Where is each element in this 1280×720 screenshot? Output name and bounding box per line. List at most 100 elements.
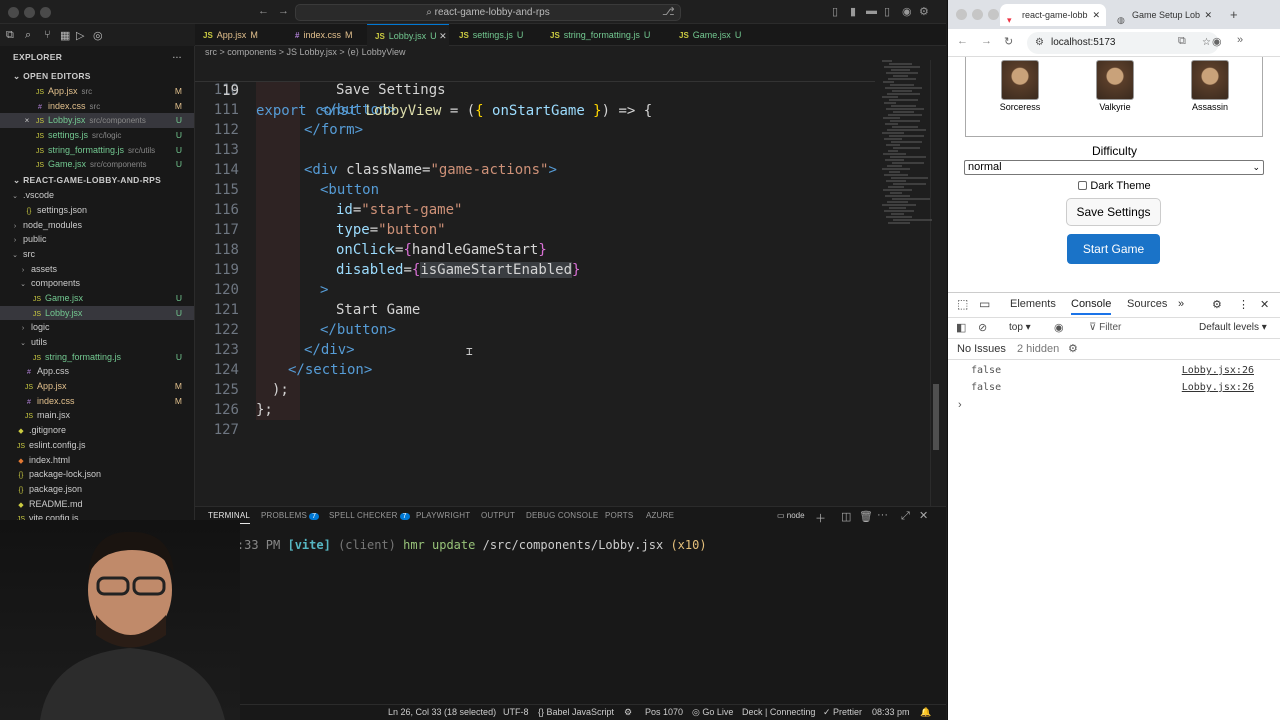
context-select[interactable]: top ▾ <box>1009 322 1031 333</box>
back-arrow-icon[interactable]: ← <box>258 5 269 17</box>
maximize-panel-icon[interactable]: ⤢ <box>901 510 910 523</box>
source-control-icon[interactable]: ⑂ <box>44 29 51 41</box>
tab-sources[interactable]: Sources <box>1127 298 1167 310</box>
maximize-window-button[interactable] <box>40 7 51 18</box>
split-terminal-icon[interactable]: ◫ <box>841 510 851 523</box>
terminal-shell-label[interactable]: ▭ node <box>777 511 805 520</box>
close-window-button[interactable] <box>956 9 967 20</box>
start-game-button[interactable]: Start Game <box>1067 234 1160 264</box>
panel-tab-output[interactable]: OUTPUT <box>481 511 515 520</box>
open-editor-item[interactable]: JS App.jsx src M <box>0 84 194 99</box>
file-item[interactable]: # index.css M <box>0 394 194 409</box>
devtools-settings-icon[interactable]: ⚙ <box>1212 298 1222 311</box>
more-icon[interactable]: » <box>1237 34 1243 46</box>
forward-icon[interactable]: → <box>981 35 992 47</box>
file-item[interactable]: JS Game.jsx U <box>0 291 194 306</box>
copilot-icon[interactable]: ⎇ <box>662 5 675 18</box>
minimap[interactable] <box>878 60 932 230</box>
tab-app-jsx[interactable]: JS App.jsx M <box>195 24 285 46</box>
tab-lobby-jsx[interactable]: JS Lobby.jsx U ✕ <box>367 24 449 46</box>
filter-input[interactable]: ⊽ Filter <box>1089 322 1121 333</box>
tab-console[interactable]: Console <box>1071 298 1112 315</box>
file-item[interactable]: JS eslint.config.js <box>0 438 194 453</box>
bookmark-star-icon[interactable]: ☆ <box>1202 32 1211 54</box>
scrollbar-thumb[interactable] <box>933 384 939 450</box>
more-icon[interactable]: ··· <box>877 509 888 521</box>
go-live-button[interactable]: ◎ Go Live <box>692 707 733 718</box>
close-icon[interactable]: × <box>22 114 32 129</box>
panel-tab-spell-checker[interactable]: SPELL CHECKER 7 <box>329 511 410 520</box>
difficulty-select[interactable]: normal ⌄ <box>964 160 1264 175</box>
file-item[interactable]: ◆ README.md <box>0 497 194 512</box>
panel-tab-problems[interactable]: PROBLEMS 7 <box>261 511 320 520</box>
devtools-menu-icon[interactable]: ⋮ <box>1238 298 1249 311</box>
explorer-icon[interactable]: ⧉ <box>6 29 14 42</box>
toggle-sidebar-icon[interactable]: ▮ <box>850 5 856 18</box>
trash-icon[interactable]: 🗑 <box>859 510 873 523</box>
close-panel-icon[interactable]: ✕ <box>919 509 928 522</box>
minimize-window-button[interactable] <box>24 7 35 18</box>
tab-elements[interactable]: Elements <box>1010 298 1056 310</box>
folder-item[interactable]: › public <box>0 232 194 247</box>
settings-gear-icon[interactable]: ⚙ <box>919 5 929 18</box>
toggle-panel-icon[interactable]: ▬ <box>866 5 877 17</box>
log-source-link[interactable]: Lobby.jsx:26 <box>1182 365 1254 376</box>
reload-icon[interactable]: ↻ <box>1004 35 1013 48</box>
checkbox[interactable] <box>1078 181 1088 190</box>
log-source-link[interactable]: Lobby.jsx:26 <box>1182 382 1254 393</box>
panel-tab-ports[interactable]: PORTS <box>605 511 633 520</box>
clear-console-icon[interactable]: ⊘ <box>978 321 987 334</box>
issues-settings-icon[interactable]: ⚙ <box>1068 342 1078 355</box>
console-prompt[interactable]: › <box>958 399 962 411</box>
close-tab-icon[interactable]: ✕ <box>437 31 447 41</box>
file-item[interactable]: ◆ index.html <box>0 453 194 468</box>
more-actions-icon[interactable]: ··· <box>173 46 182 68</box>
new-tab-icon[interactable]: + <box>1230 7 1238 22</box>
log-levels-select[interactable]: Default levels ▾ <box>1199 322 1267 333</box>
character-valkyrie[interactable]: Valkyrie <box>1080 60 1150 112</box>
minimize-window-button[interactable] <box>972 9 983 20</box>
prettier-status[interactable]: ✓ Prettier <box>823 707 862 718</box>
toggle-secondary-sidebar-icon[interactable]: ▯ <box>884 5 890 18</box>
deck-status[interactable]: Deck | Connecting <box>742 707 815 717</box>
folder-item[interactable]: › logic <box>0 320 194 335</box>
file-item[interactable]: # App.css <box>0 364 194 379</box>
file-item[interactable]: JS Lobby.jsx U <box>0 305 194 321</box>
close-tab-icon[interactable]: ✕ <box>1204 4 1212 26</box>
save-settings-button[interactable]: Save Settings <box>1066 198 1161 226</box>
sidebar-toggle-icon[interactable]: ◧ <box>956 321 966 334</box>
editor-scrollbar[interactable] <box>930 60 940 506</box>
code-editor[interactable]: 110Save Settings111</button></button>112… <box>195 60 946 506</box>
language-mode[interactable]: {} Babel JavaScript <box>538 707 614 717</box>
folder-item[interactable]: ⌄ components <box>0 276 194 291</box>
new-terminal-icon[interactable]: ＋ <box>815 510 826 526</box>
panel-tab-azure[interactable]: AZURE <box>646 511 674 520</box>
extensions-icon[interactable]: ⧉ <box>1178 35 1186 48</box>
tab-settings-js[interactable]: JS settings.js U <box>451 24 540 46</box>
folder-item[interactable]: ⌄ utils <box>0 335 194 350</box>
file-item[interactable]: {} package.json <box>0 482 194 497</box>
panel-tab-playwright[interactable]: PLAYWRIGHT <box>416 511 470 520</box>
character-assassin[interactable]: Assassin <box>1175 60 1245 112</box>
site-info-icon[interactable]: ⚙ <box>1035 32 1044 54</box>
file-item[interactable]: JS App.jsx M <box>0 379 194 394</box>
tailwind-icon[interactable]: ⚙ <box>624 707 632 718</box>
command-center-search[interactable]: ⌕ react-game-lobby-and-rps <box>295 4 681 21</box>
terminal-output[interactable]: 8:33:33 PM [vite] (client) hmr update /s… <box>208 538 707 568</box>
file-item[interactable]: {} settings.json <box>0 203 194 218</box>
more-tabs-icon[interactable]: » <box>1178 298 1184 310</box>
search-icon[interactable]: ⌕ <box>25 29 31 42</box>
file-item[interactable]: ◆ .gitignore <box>0 423 194 438</box>
panel-tab-debug-console[interactable]: DEBUG CONSOLE <box>526 511 598 520</box>
forward-arrow-icon[interactable]: → <box>278 5 289 17</box>
eye-icon[interactable]: ◉ <box>1054 321 1064 334</box>
sticky-scroll-header[interactable]: 19 export const LobbyView = ({ onStartGa… <box>195 60 875 119</box>
open-editor-item[interactable]: × JS Lobby.jsx src/components U <box>0 113 194 129</box>
character-sorceress[interactable]: Sorceress <box>985 60 1055 112</box>
folder-item[interactable]: › node_modules <box>0 218 194 233</box>
extensions-icon[interactable]: ▦ <box>60 29 70 42</box>
maximize-window-button[interactable] <box>988 9 999 20</box>
browser-tab-lobby[interactable]: ▾ react-game-lobb ✕ <box>1000 4 1106 26</box>
file-item[interactable]: {} package-lock.json <box>0 467 194 482</box>
file-item[interactable]: JS main.jsx <box>0 408 194 423</box>
